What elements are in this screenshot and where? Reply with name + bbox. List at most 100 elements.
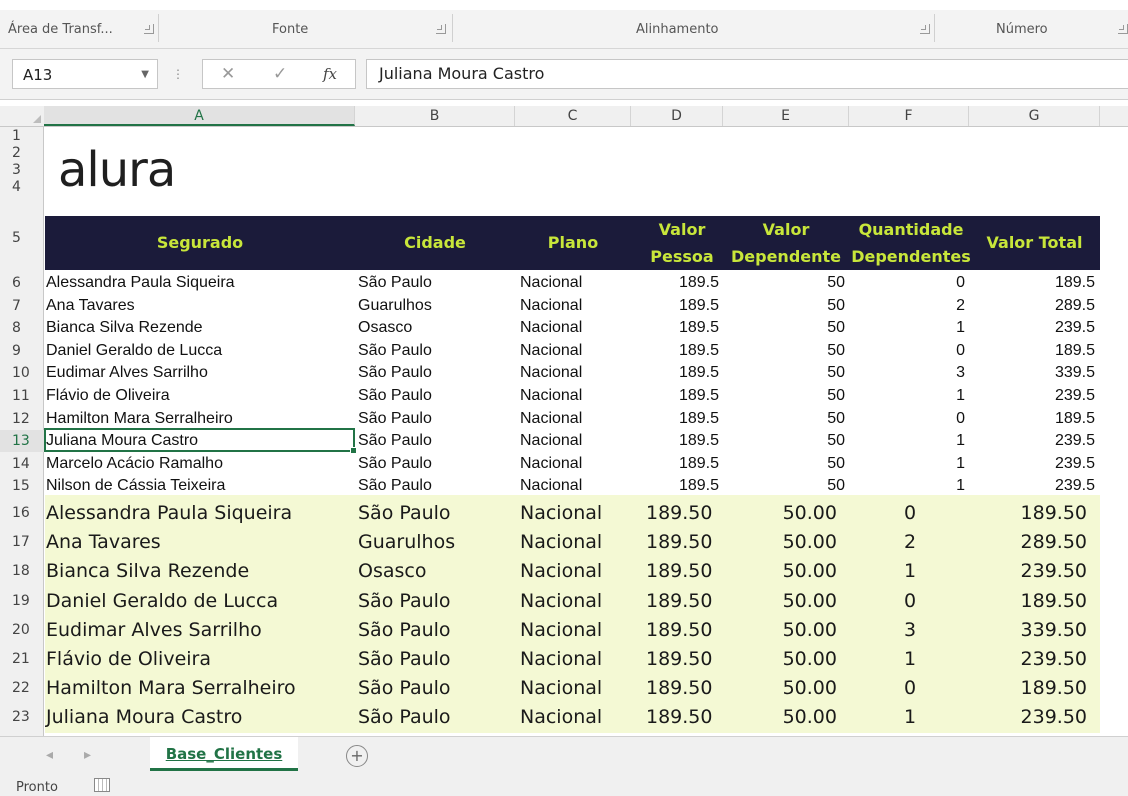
cell-cidade[interactable]: São Paulo bbox=[358, 475, 508, 497]
row-header[interactable]: 1 bbox=[0, 128, 44, 144]
cell-plano[interactable]: Nacional bbox=[520, 408, 630, 430]
sheet-tab-base-clientes[interactable]: Base_Clientes bbox=[150, 737, 298, 771]
active-cell-selection[interactable] bbox=[44, 428, 357, 454]
cell-cidade[interactable]: Guarulhos bbox=[358, 295, 508, 317]
cell-segurado[interactable]: Daniel Geraldo de Lucca bbox=[46, 340, 346, 362]
cell-cidade[interactable]: São Paulo bbox=[358, 408, 508, 430]
cell-valor-pessoa[interactable]: 189.50 bbox=[646, 528, 730, 556]
cell-valor-total[interactable]: 239.50 bbox=[969, 703, 1087, 731]
cell-quantidade[interactable]: 1 bbox=[849, 453, 965, 475]
cell-segurado[interactable]: Marcelo Acácio Ramalho bbox=[46, 453, 346, 475]
row-header[interactable]: 3 bbox=[0, 162, 44, 178]
row-header[interactable]: 13 bbox=[0, 430, 44, 453]
cell-quantidade[interactable]: 2 bbox=[880, 528, 940, 556]
cell-valor-total[interactable]: 239.5 bbox=[969, 430, 1095, 452]
cell-segurado[interactable]: Alessandra Paula Siqueira bbox=[46, 272, 346, 294]
cell-segurado[interactable]: Eudimar Alves Sarrilho bbox=[46, 362, 346, 384]
cell-quantidade[interactable]: 3 bbox=[880, 616, 940, 644]
cell-cidade[interactable]: Guarulhos bbox=[358, 528, 508, 556]
formula-input[interactable]: Juliana Moura Castro bbox=[366, 59, 1128, 89]
cell-quantidade[interactable]: 1 bbox=[880, 645, 940, 673]
cell-cidade[interactable]: São Paulo bbox=[358, 616, 508, 644]
tab-scroll-right-icon[interactable]: ▸ bbox=[84, 747, 91, 763]
cell-segurado[interactable]: Eudimar Alves Sarrilho bbox=[46, 616, 346, 644]
cell-valor-dependente[interactable]: 50 bbox=[723, 408, 845, 430]
cell-quantidade[interactable]: 1 bbox=[880, 557, 940, 585]
insert-function-icon[interactable]: fx bbox=[323, 65, 337, 83]
row-header[interactable]: 18 bbox=[0, 557, 44, 585]
cell-quantidade[interactable]: 0 bbox=[849, 272, 965, 294]
header-valor-dependente-2[interactable]: Dependente bbox=[723, 245, 849, 269]
cell-segurado[interactable]: Bianca Silva Rezende bbox=[46, 317, 346, 339]
cell-plano[interactable]: Nacional bbox=[520, 362, 630, 384]
header-valor-pessoa-2[interactable]: Pessoa bbox=[631, 245, 733, 269]
cell-quantidade[interactable]: 1 bbox=[849, 430, 965, 452]
cell-valor-dependente[interactable]: 50 bbox=[723, 453, 845, 475]
cell-segurado[interactable]: Flávio de Oliveira bbox=[46, 645, 346, 673]
cell-cidade[interactable]: São Paulo bbox=[358, 362, 508, 384]
cell-valor-dependente[interactable]: 50 bbox=[723, 385, 845, 407]
cell-plano[interactable]: Nacional bbox=[520, 475, 630, 497]
cell-segurado[interactable]: Ana Tavares bbox=[46, 295, 346, 317]
cell-quantidade[interactable]: 1 bbox=[849, 475, 965, 497]
cell-quantidade[interactable]: 0 bbox=[849, 408, 965, 430]
cell-valor-total[interactable]: 239.5 bbox=[969, 385, 1095, 407]
cell-valor-dependente[interactable]: 50.00 bbox=[723, 528, 837, 556]
cell-cidade[interactable]: São Paulo bbox=[358, 385, 508, 407]
cell-plano[interactable]: Nacional bbox=[520, 616, 630, 644]
row-header[interactable]: 22 bbox=[0, 674, 44, 702]
row-header[interactable]: 17 bbox=[0, 528, 44, 556]
enter-check-icon[interactable]: ✓ bbox=[273, 64, 287, 84]
cell-valor-total[interactable]: 189.50 bbox=[969, 674, 1087, 702]
cell-valor-dependente[interactable]: 50.00 bbox=[723, 645, 837, 673]
select-all-corner[interactable] bbox=[0, 106, 45, 126]
cell-plano[interactable]: Nacional bbox=[520, 528, 630, 556]
cell-valor-pessoa[interactable]: 189.50 bbox=[646, 616, 730, 644]
cell-valor-pessoa[interactable]: 189.5 bbox=[631, 408, 719, 430]
cell-segurado[interactable]: Hamilton Mara Serralheiro bbox=[46, 408, 346, 430]
cell-plano[interactable]: Nacional bbox=[520, 340, 630, 362]
header-cidade[interactable]: Cidade bbox=[355, 231, 515, 255]
cell-plano[interactable]: Nacional bbox=[520, 557, 630, 585]
dialog-launcher-icon[interactable] bbox=[144, 24, 154, 34]
cell-valor-dependente[interactable]: 50.00 bbox=[723, 616, 837, 644]
macro-record-icon[interactable] bbox=[94, 778, 110, 792]
cell-plano[interactable]: Nacional bbox=[520, 645, 630, 673]
cell-quantidade[interactable]: 1 bbox=[849, 385, 965, 407]
cell-quantidade[interactable]: 0 bbox=[880, 499, 940, 527]
cell-quantidade[interactable]: 0 bbox=[880, 674, 940, 702]
cell-segurado[interactable]: Juliana Moura Castro bbox=[46, 703, 346, 731]
column-header-e[interactable]: E bbox=[723, 106, 849, 126]
cell-valor-total[interactable]: 239.50 bbox=[969, 557, 1087, 585]
cell-quantidade[interactable]: 2 bbox=[849, 295, 965, 317]
cell-plano[interactable]: Nacional bbox=[520, 272, 630, 294]
cell-segurado[interactable]: Daniel Geraldo de Lucca bbox=[46, 587, 346, 615]
header-valor-total[interactable]: Valor Total bbox=[969, 231, 1100, 255]
cell-valor-dependente[interactable]: 50 bbox=[723, 475, 845, 497]
cell-plano[interactable]: Nacional bbox=[520, 499, 630, 527]
cell-cidade[interactable]: Osasco bbox=[358, 317, 508, 339]
cell-valor-pessoa[interactable]: 189.5 bbox=[631, 430, 719, 452]
cell-segurado[interactable]: Hamilton Mara Serralheiro bbox=[46, 674, 346, 702]
cell-cidade[interactable]: São Paulo bbox=[358, 645, 508, 673]
cell-plano[interactable]: Nacional bbox=[520, 430, 630, 452]
cell-plano[interactable]: Nacional bbox=[520, 385, 630, 407]
cell-valor-pessoa[interactable]: 189.5 bbox=[631, 272, 719, 294]
cell-valor-total[interactable]: 289.50 bbox=[969, 528, 1087, 556]
header-valor-pessoa-1[interactable]: Valor bbox=[631, 218, 733, 242]
cell-valor-pessoa[interactable]: 189.5 bbox=[631, 475, 719, 497]
cell-valor-total[interactable]: 239.5 bbox=[969, 317, 1095, 339]
row-header[interactable]: 15 bbox=[0, 475, 44, 497]
cell-valor-pessoa[interactable]: 189.5 bbox=[631, 385, 719, 407]
cell-valor-total[interactable]: 339.5 bbox=[969, 362, 1095, 384]
cell-valor-pessoa[interactable]: 189.5 bbox=[631, 362, 719, 384]
cell-valor-dependente[interactable]: 50.00 bbox=[723, 557, 837, 585]
row-header[interactable]: 12 bbox=[0, 408, 44, 430]
column-header-d[interactable]: D bbox=[631, 106, 723, 126]
header-quantidade-1[interactable]: Quantidade bbox=[849, 218, 973, 242]
cell-quantidade[interactable]: 0 bbox=[880, 587, 940, 615]
row-header[interactable]: 20 bbox=[0, 616, 44, 644]
cell-valor-pessoa[interactable]: 189.5 bbox=[631, 295, 719, 317]
cell-cidade[interactable]: São Paulo bbox=[358, 499, 508, 527]
row-header[interactable]: 10 bbox=[0, 362, 44, 384]
